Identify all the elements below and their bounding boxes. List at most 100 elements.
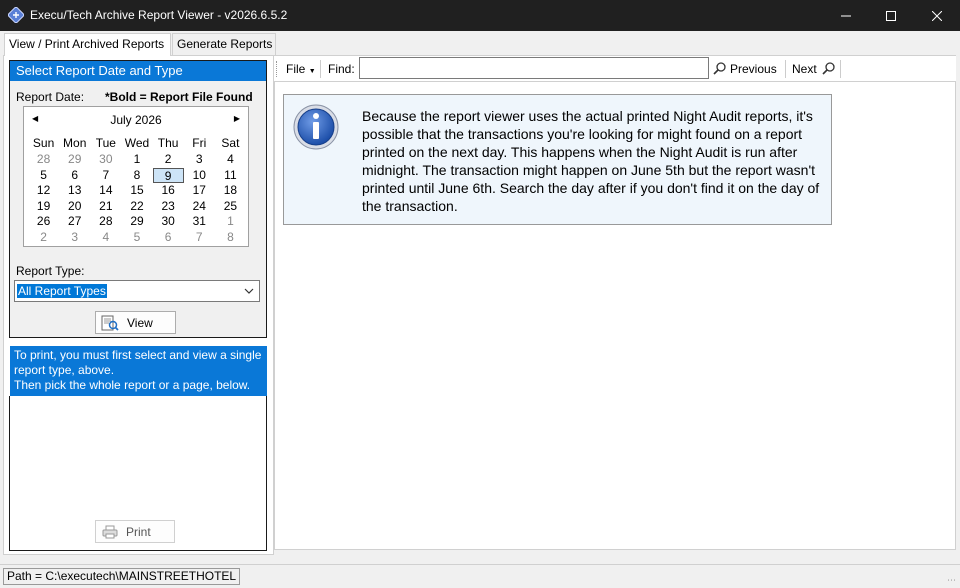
day-of-week-label: Wed: [124, 136, 150, 150]
calendar-day[interactable]: 5: [121, 230, 152, 246]
print-button[interactable]: Print: [95, 520, 175, 543]
close-icon: [932, 10, 942, 21]
info-notice: Because the report viewer uses the actua…: [283, 94, 832, 225]
calendar-day[interactable]: 19: [28, 199, 59, 215]
calendar-day[interactable]: 28: [90, 214, 121, 230]
calendar-day[interactable]: 30: [90, 152, 121, 168]
calendar-day[interactable]: 13: [59, 183, 90, 199]
calendar-days: 28 29 30 1 2 3 4 5 6 7 8 9 10 11 12 13 14 15 16 17 18 19 20 21 2…: [28, 152, 246, 245]
divider: [9, 550, 267, 551]
calendar-day[interactable]: 9: [152, 167, 184, 183]
tab-view-print[interactable]: View / Print Archived Reports: [4, 33, 171, 56]
app-logo-icon: [8, 7, 24, 23]
calendar-day[interactable]: 21: [90, 199, 121, 215]
report-type-label: Report Type:: [16, 264, 85, 278]
previous-label: Previous: [730, 62, 777, 76]
printer-icon: [102, 525, 118, 538]
report-selection-group: Select Report Date and Type Report Date:…: [9, 60, 267, 338]
calendar-day[interactable]: 29: [59, 152, 90, 168]
tab-generate-reports[interactable]: Generate Reports: [172, 33, 276, 55]
calendar-day[interactable]: 4: [215, 152, 246, 168]
calendar-month-label: July 2026: [110, 113, 162, 127]
view-button-label: View: [127, 315, 153, 330]
bold-legend-note: *Bold = Report File Found: [105, 90, 253, 104]
print-button-label: Print: [126, 524, 151, 539]
calendar-day[interactable]: 22: [121, 199, 152, 215]
minimize-button[interactable]: [823, 0, 869, 31]
calendar-day[interactable]: 28: [28, 152, 59, 168]
print-info-text: To print, you must first select and view…: [14, 348, 262, 392]
calendar-day[interactable]: 16: [153, 183, 184, 199]
resize-grip-icon[interactable]: ⋯: [947, 575, 956, 586]
calendar-day[interactable]: 23: [153, 199, 184, 215]
calendar-day[interactable]: 2: [28, 230, 59, 246]
month-calendar[interactable]: ◀ July 2026 ▶ Sun Mon Tue Wed Thu Fri Sat 28 29…: [23, 106, 249, 247]
day-of-week-label: Fri: [192, 136, 207, 150]
calendar-day[interactable]: 31: [184, 214, 215, 230]
calendar-day[interactable]: 11: [215, 168, 246, 184]
find-input[interactable]: [359, 57, 709, 79]
search-previous-icon: [713, 62, 726, 75]
calendar-day[interactable]: 10: [184, 168, 215, 184]
next-month-icon[interactable]: ▶: [234, 114, 240, 123]
toolbar-separator: [785, 60, 786, 78]
view-button[interactable]: View: [95, 311, 176, 334]
calendar-day[interactable]: 17: [184, 183, 215, 199]
window-title: Execu/Tech Archive Report Viewer - v2026…: [30, 8, 288, 22]
print-instructions: To print, you must first select and view…: [10, 346, 267, 396]
calendar-day[interactable]: 3: [184, 152, 215, 168]
day-of-week-label: Sun: [32, 136, 55, 150]
left-panel: Select Report Date and Type Report Date:…: [3, 55, 274, 555]
calendar-day[interactable]: 8: [215, 230, 246, 246]
day-of-week-label: Tue: [95, 136, 116, 150]
calendar-day[interactable]: 14: [90, 183, 121, 199]
next-button[interactable]: Next: [792, 59, 837, 79]
calendar-day[interactable]: 5: [28, 168, 59, 184]
minimize-icon: [841, 15, 851, 16]
calendar-day[interactable]: 20: [59, 199, 90, 215]
calendar-day[interactable]: 6: [153, 230, 184, 246]
report-type-value: All Report Types: [17, 284, 107, 298]
calendar-day[interactable]: 2: [153, 152, 184, 168]
toolbar-separator: [320, 60, 321, 78]
status-bar: Path = C:\executech\MAINSTREETHOTEL ⋯: [0, 564, 960, 588]
find-label: Find:: [328, 62, 355, 76]
maximize-button[interactable]: [868, 0, 914, 31]
file-menu[interactable]: File ▼: [286, 62, 316, 76]
calendar-day[interactable]: 24: [184, 199, 215, 215]
report-type-select[interactable]: All Report Types: [14, 280, 260, 302]
calendar-day[interactable]: 29: [121, 214, 152, 230]
notice-message: Because the report viewer uses the actua…: [362, 108, 820, 214]
calendar-day[interactable]: 25: [215, 199, 246, 215]
close-button[interactable]: [914, 0, 960, 31]
calendar-day[interactable]: 18: [215, 183, 246, 199]
viewer-toolbar: File ▼ Find: Previous Next: [274, 55, 956, 81]
previous-button[interactable]: Previous: [712, 59, 777, 79]
calendar-day[interactable]: 1: [121, 152, 152, 168]
calendar-day[interactable]: 8: [121, 168, 152, 184]
report-view-area[interactable]: Because the report viewer uses the actua…: [274, 81, 956, 550]
chevron-down-icon: [244, 288, 254, 294]
day-of-week-label: Mon: [63, 136, 87, 150]
calendar-day[interactable]: 1: [215, 214, 246, 230]
calendar-day[interactable]: 15: [121, 183, 152, 199]
calendar-day[interactable]: 7: [90, 168, 121, 184]
view-report-icon: [101, 315, 119, 331]
calendar-day[interactable]: 3: [59, 230, 90, 246]
calendar-day[interactable]: 6: [59, 168, 90, 184]
days-of-week: Sun Mon Tue Wed Thu Fri Sat: [28, 136, 246, 150]
calendar-day[interactable]: 26: [28, 214, 59, 230]
calendar-day[interactable]: 27: [59, 214, 90, 230]
toolbar-grip[interactable]: [276, 61, 278, 77]
day-of-week-label: Thu: [157, 136, 179, 150]
calendar-day[interactable]: 7: [184, 230, 215, 246]
search-next-icon: [822, 62, 835, 75]
maximize-icon: [886, 10, 896, 21]
dropdown-arrow-icon: ▼: [308, 68, 316, 75]
calendar-day[interactable]: 4: [90, 230, 121, 246]
file-menu-label: File: [286, 62, 306, 76]
group-header: Select Report Date and Type: [10, 61, 266, 81]
calendar-day[interactable]: 12: [28, 183, 59, 199]
next-label: Next: [792, 62, 817, 76]
calendar-day[interactable]: 30: [153, 214, 184, 230]
